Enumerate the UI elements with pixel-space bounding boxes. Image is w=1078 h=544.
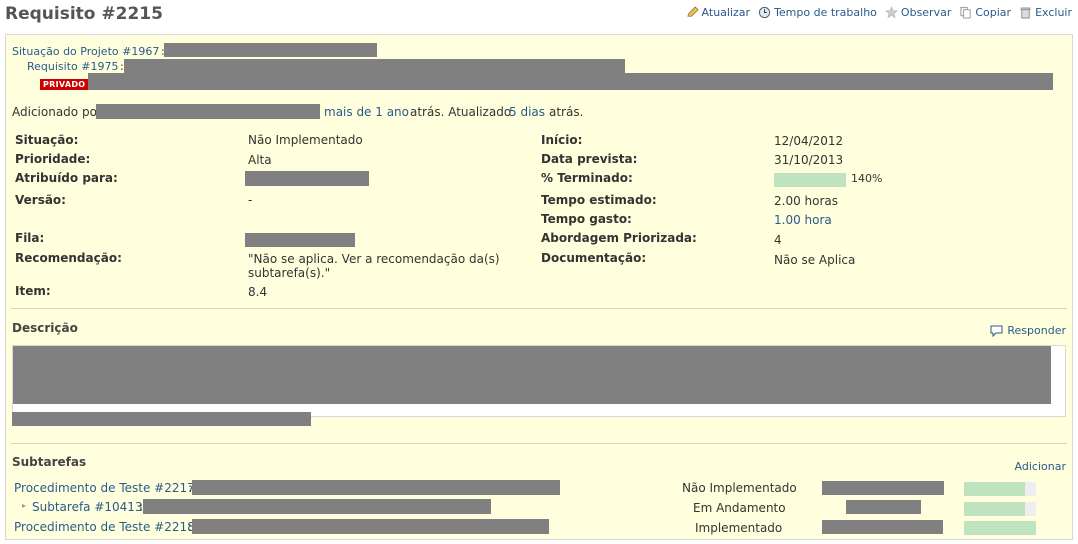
time-entry-label: Tempo de trabalho bbox=[774, 6, 877, 19]
copy-icon bbox=[960, 6, 971, 19]
subtask-link[interactable]: Subtarefa #10413 bbox=[32, 500, 143, 514]
delete-button[interactable]: Excluir bbox=[1019, 6, 1072, 19]
added-ago-link[interactable]: mais de 1 ano bbox=[324, 105, 409, 119]
start-value: 12/04/2012 bbox=[774, 134, 844, 148]
done-value: 140% bbox=[851, 172, 883, 185]
copy-label: Copiar bbox=[975, 6, 1012, 19]
redacted-parent-subject bbox=[164, 43, 377, 57]
subtask-status: Não Implementado bbox=[682, 481, 797, 495]
recommendation-label: Recomendação: bbox=[15, 251, 122, 265]
meta-text-1: atrás. Atualizado bbox=[410, 105, 512, 119]
priority-label: Prioridade: bbox=[15, 152, 91, 166]
redacted-description-line bbox=[12, 412, 311, 426]
redacted-subtask-subject bbox=[192, 519, 549, 534]
spent-value-link[interactable]: 1.00 hora bbox=[774, 213, 832, 227]
subtask-progress-remaining bbox=[1025, 502, 1036, 516]
subtask-progress-bar bbox=[964, 502, 1036, 516]
page-title: Requisito #2215 bbox=[5, 4, 163, 24]
redacted-subtask-assignee bbox=[822, 520, 943, 534]
issue-details: Situação do Projeto #1967 : Requisito #1… bbox=[5, 34, 1073, 540]
recommendation-line-1: "Não se aplica. Ver a recomendação da(s) bbox=[248, 252, 500, 266]
watch-label: Observar bbox=[900, 6, 952, 19]
subtask-link[interactable]: Procedimento de Teste #2218 bbox=[14, 520, 195, 534]
due-value: 31/10/2013 bbox=[774, 153, 844, 167]
time-icon bbox=[758, 6, 771, 19]
redacted-author bbox=[96, 104, 320, 119]
subtask-status: Implementado bbox=[695, 521, 783, 535]
delete-label: Excluir bbox=[1035, 6, 1072, 19]
priority-value: Alta bbox=[248, 153, 272, 167]
reply-button[interactable]: Responder bbox=[990, 324, 1066, 337]
redacted-subtask-assignee bbox=[846, 500, 921, 514]
copy-button[interactable]: Copiar bbox=[959, 6, 1011, 19]
recommendation-line-2: subtarefa(s)." bbox=[248, 266, 331, 280]
done-progress-bar bbox=[774, 173, 846, 187]
item-label: Item: bbox=[15, 284, 51, 298]
expander-icon[interactable]: ▸ bbox=[22, 501, 26, 510]
redacted-subtask-assignee bbox=[822, 481, 944, 495]
redacted-requirement-subject bbox=[124, 59, 625, 73]
update-label: Atualizar bbox=[701, 6, 751, 19]
done-label: % Terminado: bbox=[541, 171, 633, 185]
redacted-assignee bbox=[245, 171, 369, 186]
comment-icon bbox=[990, 325, 1003, 337]
trash-icon bbox=[1020, 7, 1031, 19]
approach-label: Abordagem Priorizada: bbox=[541, 231, 697, 245]
star-icon bbox=[885, 6, 898, 19]
meta-text-2: atrás. bbox=[549, 105, 584, 119]
item-value: 8.4 bbox=[248, 285, 268, 299]
spent-label: Tempo gasto: bbox=[541, 212, 632, 226]
due-label: Data prevista: bbox=[541, 152, 638, 166]
divider bbox=[11, 308, 1067, 309]
time-entry-button[interactable]: Tempo de trabalho bbox=[758, 6, 877, 19]
parent-requirement-link[interactable]: Requisito #1975 bbox=[27, 60, 118, 73]
update-button[interactable]: Atualizar bbox=[686, 6, 751, 19]
version-value: - bbox=[248, 193, 253, 207]
documentation-label: Documentação: bbox=[541, 251, 647, 265]
edit-icon bbox=[686, 6, 699, 17]
documentation-value: Não se Aplica bbox=[774, 253, 856, 267]
subtask-link[interactable]: Procedimento de Teste #2217 bbox=[14, 481, 195, 495]
subtask-progress-bar bbox=[964, 521, 1036, 535]
description-content bbox=[12, 345, 1066, 417]
add-subtask-link[interactable]: Adicionar bbox=[1015, 460, 1066, 473]
divider bbox=[11, 443, 1067, 444]
action-toolbar: Atualizar Tempo de trabalho Observar Cop… bbox=[686, 6, 1072, 19]
status-value: Não Implementado bbox=[248, 133, 363, 147]
subtask-status: Em Andamento bbox=[693, 501, 786, 515]
added-by-label: Adicionado por bbox=[12, 105, 102, 119]
start-label: Início: bbox=[541, 133, 583, 147]
subtasks-title: Subtarefas bbox=[12, 455, 87, 469]
version-label: Versão: bbox=[15, 193, 66, 207]
redacted-subtask-subject bbox=[143, 499, 491, 514]
status-label: Situação: bbox=[15, 133, 79, 147]
queue-label: Fila: bbox=[15, 231, 45, 245]
reply-label: Responder bbox=[1007, 324, 1066, 337]
redacted-queue bbox=[245, 233, 355, 247]
estimated-value: 2.00 horas bbox=[774, 194, 839, 208]
private-badge: PRIVADO bbox=[40, 79, 89, 90]
subtask-progress-fill bbox=[964, 521, 1036, 535]
redacted-subject bbox=[88, 73, 1053, 90]
parent-project-link[interactable]: Situação do Projeto #1967 bbox=[12, 45, 159, 58]
approach-value: 4 bbox=[774, 233, 782, 247]
watch-button[interactable]: Observar bbox=[885, 6, 951, 19]
updated-ago-link[interactable]: 5 dias bbox=[509, 105, 545, 119]
subtask-progress-fill bbox=[964, 482, 1025, 496]
subtask-progress-bar bbox=[964, 482, 1036, 496]
estimated-label: Tempo estimado: bbox=[541, 193, 657, 207]
done-progress-fill bbox=[774, 173, 846, 187]
subtask-progress-remaining bbox=[1025, 482, 1036, 496]
subtask-progress-fill bbox=[964, 502, 1025, 516]
redacted-subtask-subject bbox=[192, 480, 560, 495]
assigned-label: Atribuído para: bbox=[15, 171, 118, 185]
description-title: Descrição bbox=[12, 321, 78, 335]
redacted-description bbox=[13, 346, 1051, 404]
